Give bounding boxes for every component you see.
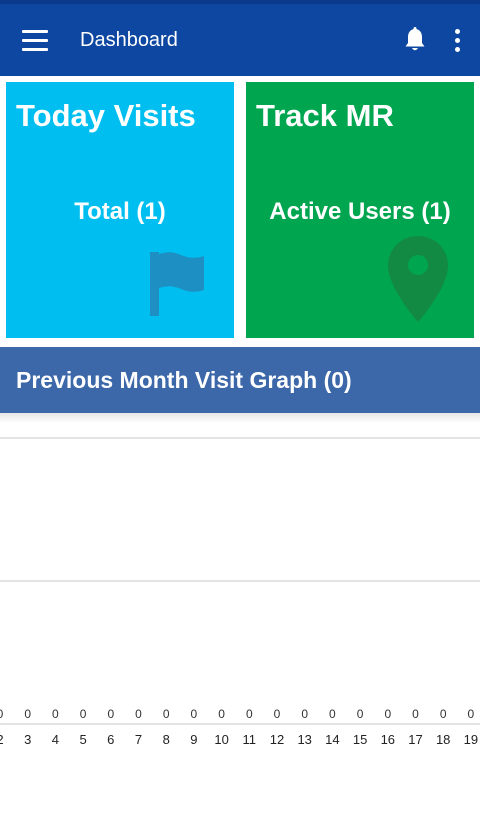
flag-icon [148, 250, 212, 323]
x-tick-label: 8 [163, 732, 170, 747]
data-label: 0 [468, 707, 475, 721]
card-title: Track MR [256, 98, 394, 133]
app-bar: Dashboard [0, 4, 480, 76]
x-tick-label: 7 [135, 732, 142, 747]
section-shadow [0, 413, 480, 423]
x-tick-label: 15 [353, 732, 367, 747]
x-tick-label: 11 [243, 732, 257, 747]
map-pin-icon [386, 234, 450, 329]
data-label: 0 [301, 707, 308, 721]
x-tick-label: 12 [270, 732, 284, 747]
data-label: 0 [24, 707, 31, 721]
x-tick-label: 2 [0, 732, 4, 747]
card-subtitle: Active Users (1) [269, 198, 451, 225]
card-subtitle: Total (1) [74, 198, 166, 225]
data-label: 0 [329, 707, 336, 721]
data-label: 0 [440, 707, 447, 721]
x-tick-label: 10 [214, 732, 228, 747]
today-visits-card[interactable]: Today Visits Total (1) [6, 82, 234, 338]
hamburger-menu-icon[interactable] [22, 25, 52, 55]
data-label: 0 [191, 707, 198, 721]
x-tick-label: 16 [381, 732, 395, 747]
x-tick-label: 14 [325, 732, 339, 747]
data-label: 0 [135, 707, 142, 721]
data-label: 0 [163, 707, 170, 721]
section-header: Previous Month Visit Graph (0) [0, 347, 480, 413]
data-label: 0 [274, 707, 281, 721]
page-title: Dashboard [80, 28, 178, 51]
card-title: Today Visits [16, 98, 196, 133]
bell-icon[interactable] [400, 24, 430, 56]
x-tick-label: 3 [24, 732, 31, 747]
x-tick-label: 5 [79, 732, 86, 747]
data-label: 0 [107, 707, 114, 721]
x-tick-label: 19 [464, 732, 478, 747]
section-title: Previous Month Visit Graph (0) [16, 366, 352, 393]
x-tick-label: 4 [52, 732, 59, 747]
data-label: 0 [80, 707, 87, 721]
data-label: 0 [218, 707, 225, 721]
data-label: 0 [357, 707, 364, 721]
track-mr-card[interactable]: Track MR Active Users (1) [246, 82, 474, 338]
data-label: 0 [384, 707, 391, 721]
x-tick-label: 17 [408, 732, 422, 747]
data-label: 0 [412, 707, 419, 721]
x-tick-label: 9 [190, 732, 197, 747]
data-label: 0 [52, 707, 59, 721]
x-tick-label: 18 [436, 732, 450, 747]
x-tick-label: 6 [107, 732, 114, 747]
data-label: 0 [0, 707, 4, 721]
visit-graph[interactable]: 0 0 0 0 0 0 0 0 0 0 0 0 0 0 0 0 0 0 2 3 4 5 6 7 8 9 10 11 12 13 14 15 1… [0, 425, 480, 755]
x-tick-label: 13 [297, 732, 311, 747]
more-vert-icon[interactable] [450, 25, 464, 55]
data-label: 0 [246, 707, 253, 721]
